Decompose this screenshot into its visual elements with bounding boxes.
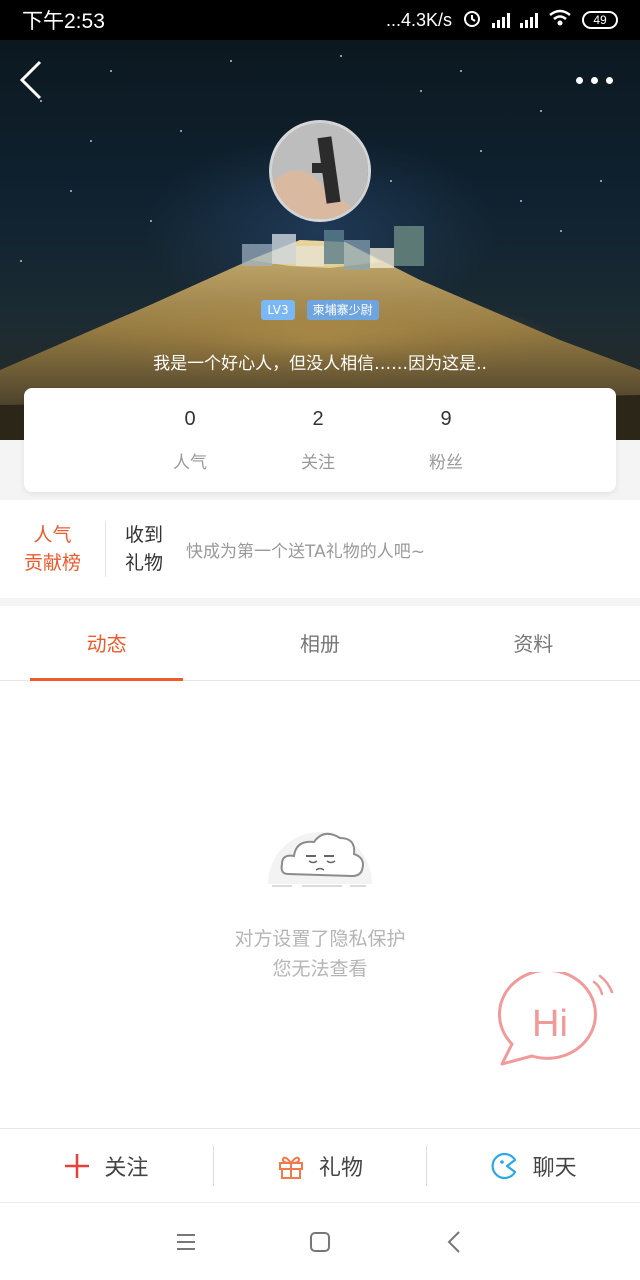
plus-icon [65, 1153, 90, 1178]
net-speed: ...4.3K/s [385, 9, 452, 30]
stat-label: 粉丝 [429, 453, 463, 473]
stat-value: 2 [312, 408, 324, 430]
profile-header: LV3 柬埔寨少尉 我是一个好心人，但没人相信……因为这是.. [0, 40, 640, 440]
empty-line1: 对方设置了隐私保护 [234, 928, 406, 950]
more-button[interactable] [576, 70, 620, 90]
contribution-rank-button[interactable]: 人气 贡献榜 [0, 521, 106, 577]
tab-moments[interactable]: 动态 [0, 606, 213, 681]
profile-signature: 我是一个好心人，但没人相信……因为这是.. [153, 354, 487, 374]
menu-button[interactable] [169, 1225, 203, 1259]
signal-icon [492, 12, 510, 28]
tab-album[interactable]: 相册 [213, 606, 426, 680]
wifi-icon [548, 9, 572, 32]
action-bar: 关注 礼物 聊天 [0, 1128, 640, 1202]
stat-value: 0 [184, 408, 196, 430]
chat-button[interactable]: 聊天 [426, 1145, 640, 1186]
follow-label: 关注 [104, 1155, 149, 1181]
received-gifts-label: 收到 礼物 [106, 521, 182, 577]
avatar[interactable] [269, 120, 371, 222]
gift-label: 礼物 [319, 1155, 364, 1181]
nav-back-icon [447, 1230, 460, 1253]
hi-text: Hi [532, 1003, 568, 1045]
chat-label: 聊天 [532, 1155, 577, 1181]
gift-row: 人气 贡献榜 收到 礼物 快成为第一个送TA礼物的人吧~ [0, 500, 640, 598]
battery-icon: 49 [582, 11, 618, 29]
rank-line2: 贡献榜 [23, 552, 81, 574]
status-bar: 下午2:53 ...4.3K/s 49 [0, 0, 640, 40]
home-button[interactable] [303, 1225, 337, 1259]
home-icon [310, 1231, 330, 1252]
gift-icon [279, 1156, 303, 1179]
stat-following[interactable]: 2 关注 [254, 388, 382, 492]
hi-greeting-button[interactable]: Hi [494, 968, 616, 1072]
stat-fans[interactable]: 9 粉丝 [382, 388, 510, 492]
follow-button[interactable]: 关注 [0, 1146, 213, 1186]
received-line1: 收到 [124, 524, 163, 546]
stats-card: 0 人气 2 关注 9 粉丝 [24, 388, 616, 492]
received-line2: 礼物 [124, 552, 163, 574]
tab-profile-info[interactable]: 资料 [427, 606, 640, 680]
badge-row: LV3 柬埔寨少尉 [0, 300, 640, 320]
status-indicators: ...4.3K/s 49 [386, 8, 618, 33]
level-badge: LV3 [261, 300, 295, 320]
stat-label: 关注 [301, 453, 335, 473]
stat-value: 9 [440, 408, 452, 430]
signal-icon-2 [520, 12, 538, 28]
menu-icon [177, 1233, 195, 1250]
gift-message: 快成为第一个送TA礼物的人吧~ [186, 541, 425, 562]
alarm-icon [462, 8, 482, 33]
divider [0, 598, 640, 606]
avatar-photo [272, 123, 368, 219]
nickname-pixelated [242, 226, 432, 274]
rank-line1: 人气 [33, 524, 72, 546]
gift-button[interactable]: 礼物 [212, 1145, 427, 1186]
cloud-icon [268, 832, 372, 887]
back-button[interactable] [14, 58, 48, 102]
status-time: 下午2:53 [22, 10, 105, 33]
more-icon [576, 76, 583, 84]
chat-icon [491, 1152, 516, 1179]
stat-label: 人气 [173, 453, 207, 473]
stat-popularity[interactable]: 0 人气 [126, 388, 254, 492]
nav-back-button[interactable] [437, 1225, 471, 1259]
system-nav-bar [0, 1202, 640, 1280]
title-badge: 柬埔寨少尉 [306, 300, 379, 320]
tab-bar: 动态 相册 资料 [0, 606, 640, 681]
